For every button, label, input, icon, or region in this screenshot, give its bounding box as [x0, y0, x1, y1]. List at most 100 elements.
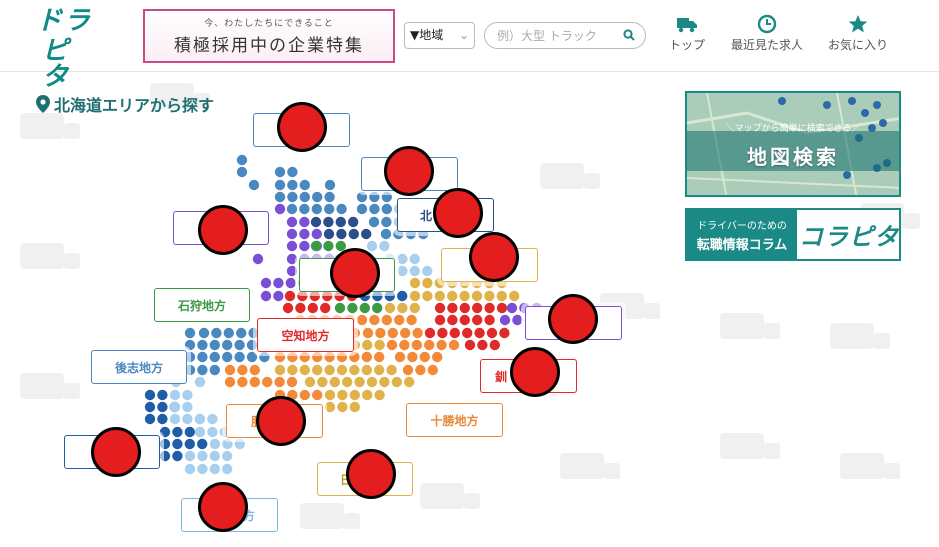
map-dot-orange[interactable] — [411, 339, 422, 351]
nav-recently-viewed[interactable]: 最近見た求人 — [724, 14, 810, 53]
map-dot-orange[interactable] — [424, 339, 435, 351]
map-dot-light[interactable] — [409, 265, 420, 277]
map-dot-okhotsk[interactable] — [434, 290, 445, 302]
map-dot-light[interactable] — [209, 450, 220, 462]
map-dot-kamikawa[interactable] — [310, 216, 322, 228]
map-dot-orange[interactable] — [336, 351, 348, 363]
map-dot-orange[interactable] — [402, 364, 414, 376]
map-dot-light[interactable] — [207, 413, 218, 425]
map-dot-hidaka[interactable] — [374, 339, 385, 351]
map-dot-kamikawa[interactable] — [348, 228, 359, 240]
map-dot-orange[interactable] — [349, 351, 360, 363]
map-dot-kamikawa[interactable] — [348, 216, 359, 228]
map-dot-light[interactable] — [222, 438, 233, 450]
map-dot-light[interactable] — [182, 401, 193, 413]
map-dot-sorachi[interactable] — [489, 339, 500, 351]
map-dot-soya[interactable] — [324, 179, 336, 191]
map-dot-orange[interactable] — [286, 376, 298, 388]
map-dot-hiyama[interactable] — [144, 401, 156, 413]
map-dot-ishikari[interactable] — [334, 302, 346, 314]
map-dot-rumoi[interactable] — [299, 240, 310, 252]
map-dot-rumoi[interactable] — [286, 265, 298, 277]
map-dot-sorachi[interactable] — [472, 302, 483, 314]
map-dot-shiribeshi[interactable] — [222, 339, 233, 351]
map-dot-rumoi[interactable] — [260, 277, 272, 289]
map-dot-hiyama[interactable] — [172, 438, 183, 450]
map-search-banner[interactable]: ＼マップから簡単に検索できる／ 地図検索 — [685, 91, 901, 197]
map-dot-light[interactable] — [184, 463, 196, 475]
map-dot-shiribeshi[interactable] — [246, 351, 258, 363]
map-dot-orange[interactable] — [287, 351, 298, 363]
map-dot-light[interactable] — [222, 463, 233, 475]
map-dot-shiribeshi[interactable] — [197, 351, 208, 363]
map-dot-light[interactable] — [222, 450, 233, 462]
map-dot-light[interactable] — [169, 401, 181, 413]
map-dot-orange[interactable] — [249, 376, 260, 388]
map-dot-soya[interactable] — [336, 203, 347, 215]
map-dot-hiyama[interactable] — [159, 450, 171, 462]
map-dot-hiyama[interactable] — [157, 401, 168, 413]
map-dot-orange[interactable] — [386, 339, 398, 351]
map-dot-rumoi[interactable] — [311, 228, 322, 240]
map-dot-rumoi[interactable] — [285, 277, 296, 289]
map-dot-orange[interactable] — [407, 351, 418, 363]
map-dot-light[interactable] — [422, 265, 433, 277]
map-dot-orange[interactable] — [400, 327, 411, 339]
map-dot-sorachi[interactable] — [309, 290, 320, 302]
map-dot-hidaka[interactable] — [317, 376, 328, 388]
map-dot-hidaka[interactable] — [349, 364, 360, 376]
map-dot-hidaka[interactable] — [336, 364, 348, 376]
map-dot-abashiri[interactable] — [368, 216, 380, 228]
map-dot-shiribeshi[interactable] — [209, 339, 220, 351]
map-dot-orange[interactable] — [375, 327, 386, 339]
map-dot-rumoi[interactable] — [273, 277, 284, 289]
map-dot-soya[interactable] — [287, 191, 298, 203]
map-dot-orange[interactable] — [356, 314, 368, 326]
map-dot-orange[interactable] — [249, 364, 260, 376]
map-dot-sorachi[interactable] — [484, 314, 495, 326]
map-dot-kamikawa[interactable] — [361, 228, 372, 240]
map-dot-orange[interactable] — [237, 376, 248, 388]
map-dot-rumoi[interactable] — [286, 240, 298, 252]
region-label-ishikari[interactable]: 石狩地方 — [154, 288, 250, 322]
map-dot-kamikawa[interactable] — [335, 216, 346, 228]
map-dot-light[interactable] — [409, 253, 420, 265]
map-dot-orange[interactable] — [274, 376, 285, 388]
map-dot-okhotsk[interactable] — [422, 277, 433, 289]
map-dot-shiribeshi[interactable] — [236, 327, 247, 339]
map-dot-hidaka[interactable] — [374, 389, 385, 401]
region-label-tokachi[interactable]: 十勝地方 — [406, 403, 503, 437]
search-input[interactable] — [497, 23, 627, 48]
map-dot-okhotsk[interactable] — [484, 290, 495, 302]
map-dot-abashiri[interactable] — [381, 191, 392, 203]
map-dot-sorachi[interactable] — [477, 339, 488, 351]
map-dot-abashiri[interactable] — [369, 191, 380, 203]
map-dot-hiyama[interactable] — [184, 438, 195, 450]
map-dot-hidaka[interactable] — [324, 389, 336, 401]
map-dot-soya[interactable] — [274, 179, 286, 191]
map-dot-light[interactable] — [397, 253, 408, 265]
map-dot-light[interactable] — [379, 240, 390, 252]
map-dot-sorachi[interactable] — [499, 327, 510, 339]
map-dot-rumoi[interactable] — [260, 290, 272, 302]
map-dot-sorachi[interactable] — [434, 314, 446, 326]
map-dot-orange[interactable] — [369, 314, 380, 326]
map-dot-sorachi[interactable] — [437, 327, 448, 339]
map-dot-hiyama[interactable] — [384, 290, 395, 302]
map-dot-abashiri[interactable] — [381, 203, 392, 215]
map-dot-orange[interactable] — [387, 327, 398, 339]
map-dot-soya[interactable] — [324, 203, 335, 215]
map-dot-sorachi[interactable] — [447, 314, 458, 326]
map-dot-light[interactable] — [366, 240, 378, 252]
map-dot-hiyama[interactable] — [157, 413, 168, 425]
map-dot-ishikari[interactable] — [359, 302, 370, 314]
map-dot-shiribeshi[interactable] — [259, 351, 270, 363]
map-dot-hiyama[interactable] — [397, 290, 408, 302]
map-dot-soya[interactable] — [287, 179, 298, 191]
map-dot-hidaka[interactable] — [366, 376, 378, 388]
map-dot-rumoi[interactable] — [506, 302, 518, 314]
map-dot-shiribeshi[interactable] — [184, 339, 196, 351]
map-dot-orange[interactable] — [362, 327, 374, 339]
map-dot-abashiri[interactable] — [381, 216, 392, 228]
map-dot-light[interactable] — [197, 450, 208, 462]
